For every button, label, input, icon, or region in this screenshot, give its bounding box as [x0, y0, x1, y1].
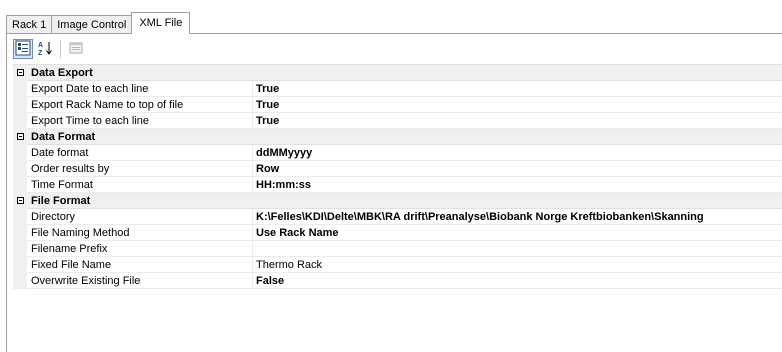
property-value[interactable]: False — [253, 273, 284, 289]
gutter — [13, 192, 27, 209]
collapse-icon[interactable] — [16, 197, 24, 204]
property-value[interactable]: K:\Felles\KDI\Delte\MBK\RA drift\Preanal… — [253, 209, 704, 225]
category-label: Data Format — [31, 130, 96, 143]
gutter — [13, 96, 27, 113]
gutter — [13, 256, 27, 273]
tab-xml-file[interactable]: XML File — [131, 12, 191, 34]
property-name: Order results by — [27, 160, 253, 177]
property-name: Overwrite Existing File — [27, 272, 253, 289]
property-value[interactable]: Use Rack Name — [253, 225, 339, 241]
gutter — [13, 272, 27, 289]
gutter — [13, 208, 27, 225]
property-grid: Data Export Export Date to each line Tru… — [13, 64, 782, 289]
category-data-format[interactable]: Data Format — [13, 128, 782, 145]
svg-text:A: A — [38, 42, 43, 49]
collapse-icon[interactable] — [16, 69, 24, 76]
property-row[interactable]: Filename Prefix — [13, 240, 782, 257]
property-row[interactable]: Export Rack Name to top of file True — [13, 96, 782, 113]
category-label: File Format — [31, 194, 91, 207]
property-row[interactable]: Export Time to each line True — [13, 112, 782, 129]
property-value[interactable] — [253, 241, 256, 257]
property-name: Export Time to each line — [27, 112, 253, 129]
property-value[interactable]: True — [253, 81, 279, 97]
tab-image-control[interactable]: Image Control — [51, 15, 133, 34]
property-value[interactable]: True — [253, 113, 279, 129]
property-value[interactable]: Thermo Rack — [253, 257, 322, 273]
property-value[interactable]: True — [253, 97, 279, 113]
property-name: File Naming Method — [27, 224, 253, 241]
property-pages-icon — [68, 40, 84, 59]
collapse-icon[interactable] — [16, 133, 24, 140]
property-row[interactable]: Order results by Row — [13, 160, 782, 177]
toolbar-separator — [60, 40, 61, 58]
property-row[interactable]: Overwrite Existing File False — [13, 272, 782, 289]
property-name: Time Format — [27, 176, 253, 193]
property-row[interactable]: Directory K:\Felles\KDI\Delte\MBK\RA dri… — [13, 208, 782, 225]
gutter — [13, 112, 27, 129]
category-label: Data Export — [31, 66, 93, 79]
gutter — [13, 224, 27, 241]
gutter — [13, 160, 27, 177]
gutter — [13, 176, 27, 193]
property-value[interactable]: Row — [253, 161, 279, 177]
gutter — [13, 240, 27, 257]
gutter — [13, 80, 27, 97]
property-name: Fixed File Name — [27, 256, 253, 273]
property-row[interactable]: Time Format HH:mm:ss — [13, 176, 782, 193]
category-data-export[interactable]: Data Export — [13, 64, 782, 81]
property-window: Rack 1 Image Control XML File A Z Data E… — [0, 0, 782, 352]
gutter — [13, 144, 27, 161]
property-row[interactable]: Date format ddMMyyyy — [13, 144, 782, 161]
property-name: Export Date to each line — [27, 80, 253, 97]
categorized-button[interactable] — [13, 39, 33, 59]
category-file-format[interactable]: File Format — [13, 192, 782, 209]
property-value[interactable]: ddMMyyyy — [253, 145, 312, 161]
property-value[interactable]: HH:mm:ss — [253, 177, 311, 193]
property-name: Export Rack Name to top of file — [27, 96, 253, 113]
svg-text:Z: Z — [38, 50, 43, 56]
tab-panel-xml-file: A Z Data Export Export Date to each line… — [6, 33, 782, 352]
property-row[interactable]: File Naming Method Use Rack Name — [13, 224, 782, 241]
property-name: Filename Prefix — [27, 240, 253, 257]
categorized-icon — [15, 40, 31, 59]
property-row[interactable]: Export Date to each line True — [13, 80, 782, 97]
alphabetical-button[interactable]: A Z — [35, 39, 55, 59]
sort-az-icon: A Z — [37, 40, 53, 59]
property-grid-toolbar: A Z — [13, 38, 88, 60]
gutter — [13, 64, 27, 81]
property-name: Directory — [27, 208, 253, 225]
property-name: Date format — [27, 144, 253, 161]
tab-rack-1[interactable]: Rack 1 — [6, 15, 53, 34]
property-row[interactable]: Fixed File Name Thermo Rack — [13, 256, 782, 273]
property-pages-button[interactable] — [66, 39, 86, 59]
tab-strip: Rack 1 Image Control XML File — [6, 12, 191, 34]
gutter — [13, 128, 27, 145]
